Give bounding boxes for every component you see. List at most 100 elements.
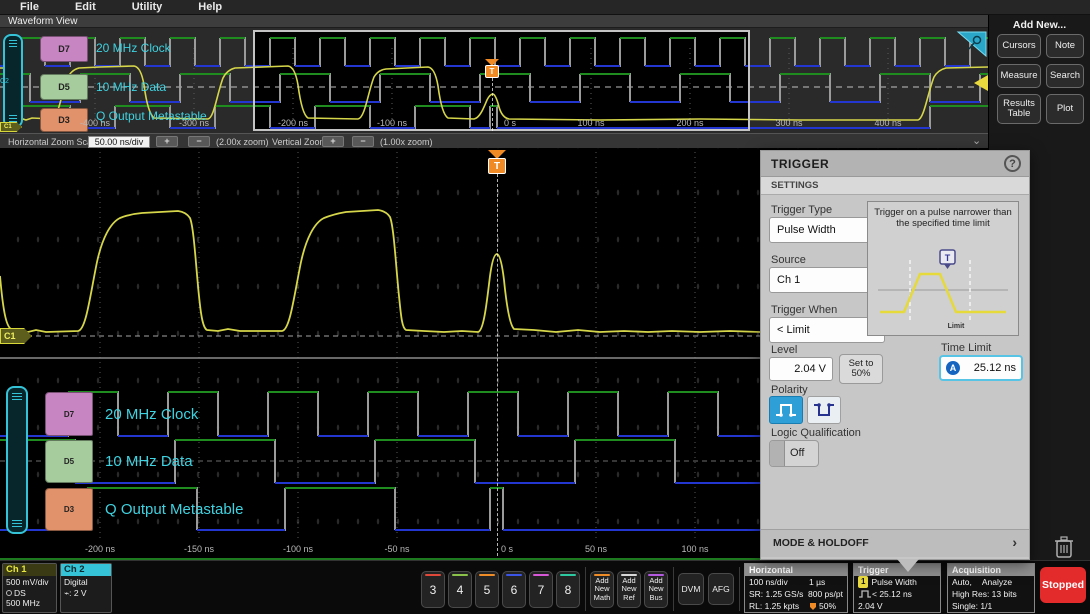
add-new-math-button[interactable]: Add New Math (590, 571, 614, 608)
help-icon[interactable]: ? (1004, 155, 1021, 172)
hzoom-plus-button[interactable]: + (156, 136, 178, 147)
source-value: Ch 1 (777, 274, 801, 286)
popup-tail (897, 559, 919, 572)
ch5-label: 5 (483, 582, 491, 597)
run-stop-button[interactable]: Stopped (1040, 567, 1086, 603)
channel-badge-d7[interactable]: D7 (45, 392, 93, 436)
collapse-chevron-icon[interactable]: ⌄ (972, 134, 981, 147)
h-recordlength: RL: 1.25 kpts (749, 601, 800, 611)
channel-badge-d5[interactable]: D5 (40, 74, 88, 100)
plot-button[interactable]: Plot (1046, 94, 1084, 124)
trigger-type-value: Pulse Width (777, 224, 836, 236)
overview-tick: -200 ns (277, 118, 309, 128)
search-button[interactable]: Search (1046, 64, 1084, 88)
time-limit-field[interactable]: A 25.12 ns (939, 355, 1023, 381)
ch1-name: Ch 1 (3, 564, 56, 576)
cursors-button[interactable]: Cursors (997, 34, 1041, 58)
main-tick: 0 s (500, 544, 514, 554)
channel-label-data: 10 MHz Data (105, 453, 193, 470)
trigger-position-icon (810, 603, 816, 610)
bottom-bar: Ch 1 500 mV/div DS 500 MHz Ch 2 Digital … (0, 560, 1090, 614)
hint-line1: Trigger on a pulse narrower than (874, 207, 1012, 218)
menu-edit[interactable]: Edit (75, 1, 96, 13)
results-table-button[interactable]: Results Table (997, 94, 1041, 124)
pulse-icon (859, 590, 871, 598)
a-knob-icon: A (946, 361, 960, 375)
acquisition-title: Acquisition (948, 564, 1034, 576)
horizontal-title: Horizontal (745, 564, 847, 576)
source-label: Source (771, 254, 806, 266)
ch6-label: 6 (510, 582, 518, 597)
menu-help[interactable]: Help (198, 1, 222, 13)
h-trigger-position: 50% (819, 601, 837, 611)
horizontal-badge[interactable]: Horizontal 100 ns/div 1 µs SR: 1.25 GS/s 8… (744, 563, 848, 613)
menu-utility[interactable]: Utility (132, 1, 163, 13)
hint-line2: the specified time limit (896, 218, 990, 230)
ch6-button[interactable]: 6 (502, 571, 526, 608)
overview-tick: 300 ns (775, 118, 803, 128)
tab-settings[interactable]: SETTINGS (761, 177, 1029, 195)
logic-qualification-value: Off (790, 447, 805, 459)
ch2-mode: Digital (64, 577, 88, 587)
afg-button[interactable]: AFG (708, 573, 734, 605)
level-label: Level (771, 344, 798, 356)
logic-qualification-label: Logic Qualification (771, 427, 861, 439)
logic-qualification-toggle[interactable]: Off (769, 440, 819, 467)
channel-badge-d7[interactable]: D7 (40, 36, 88, 62)
dvm-button[interactable]: DVM (678, 573, 704, 605)
mode-holdoff-bar[interactable]: MODE & HOLDOFF › (761, 529, 1029, 557)
h-resolution: 800 ps/pt (808, 589, 843, 599)
overview-tick: 0 s (503, 118, 517, 128)
overview-tick: -400 ns (79, 118, 111, 128)
ch1-probe: DS (14, 587, 26, 598)
trigger-when-value: < Limit (777, 324, 810, 336)
main-tick: -200 ns (84, 544, 116, 554)
polarity-negative-button[interactable] (807, 396, 841, 424)
main-tick: 100 ns (681, 544, 709, 554)
ch8-button[interactable]: 8 (556, 571, 580, 608)
waveform-view-tab[interactable]: Waveform View (0, 15, 988, 28)
trigger-marker-flag[interactable]: T (488, 158, 506, 174)
channel-badge-d5[interactable]: D5 (45, 440, 93, 483)
vzoom-plus-button[interactable]: + (322, 136, 344, 147)
main-tick: -100 ns (282, 544, 314, 554)
ch1-bandwidth: 500 MHz (6, 598, 41, 609)
add-new-bus-button[interactable]: Add New Bus (644, 571, 668, 608)
ch4-button[interactable]: 4 (448, 571, 472, 608)
polarity-label: Polarity (771, 384, 808, 396)
ch7-button[interactable]: 7 (529, 571, 553, 608)
waveform-view-title: Waveform View (8, 15, 78, 27)
horizontal-zoom-scale-input[interactable]: 50.00 ns/div (88, 136, 150, 148)
add-new-math-label: Add New Math (593, 575, 611, 602)
main-tick: -150 ns (183, 544, 215, 554)
ch1-badge[interactable]: Ch 1 500 mV/div DS 500 MHz (2, 563, 57, 613)
add-new-ref-button[interactable]: Add New Ref (617, 571, 641, 608)
measure-button[interactable]: Measure (997, 64, 1041, 88)
vzoom-minus-button[interactable]: − (352, 136, 374, 147)
trigger-when-label: Trigger When (771, 304, 838, 316)
horizontal-zoom-scale-label: Horizontal Zoom Scale (8, 137, 100, 147)
level-field[interactable]: 2.04 V (769, 357, 833, 381)
hzoom-minus-button[interactable]: − (188, 136, 210, 147)
waveform-overview[interactable]: C2 D7 D5 D3 20 MHz Clock 10 MHz Data Q O… (0, 28, 988, 133)
channel-label-clock: 20 MHz Clock (96, 41, 171, 55)
trigger-marker-flag[interactable]: T (485, 65, 499, 78)
trigger-panel-header: TRIGGER ? (761, 151, 1029, 177)
trigger-source-badge: 1 (858, 576, 869, 588)
digital-group-handle-main[interactable] (6, 386, 28, 534)
menu-file[interactable]: File (20, 1, 39, 13)
oscilloscope-screen: File Edit Utility Help Waveform View C2 (0, 0, 1090, 614)
time-limit-label: Time Limit (941, 342, 992, 354)
channel-badge-d3[interactable]: D3 (45, 488, 93, 531)
note-button[interactable]: Note (1046, 34, 1084, 58)
overview-tick: -100 ns (376, 118, 408, 128)
ch2-badge[interactable]: Ch 2 Digital ⌁: 2 V (60, 563, 112, 613)
ch5-button[interactable]: 5 (475, 571, 499, 608)
trash-icon[interactable] (1053, 535, 1075, 559)
polarity-positive-button[interactable] (769, 396, 803, 424)
set-to-50-button[interactable]: Set to 50% (839, 354, 883, 384)
acquisition-badge[interactable]: Acquisition Auto, Analyze High Res: 13 bi… (947, 563, 1035, 613)
trigger-settings-panel: TRIGGER ? SETTINGS Trigger Type Pulse Wi… (760, 150, 1030, 560)
trigger-position-line (492, 78, 493, 131)
ch3-button[interactable]: 3 (421, 571, 445, 608)
